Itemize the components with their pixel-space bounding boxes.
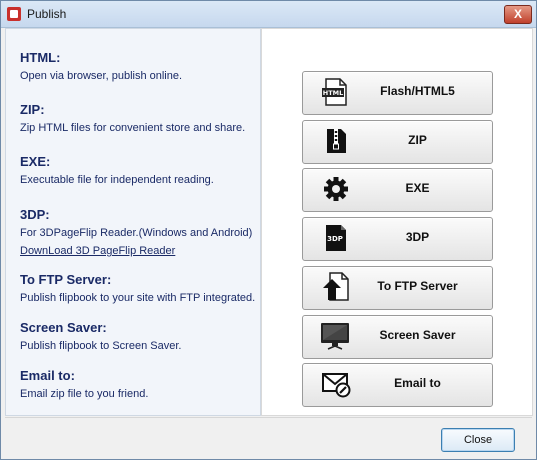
footer-divider (5, 417, 532, 418)
3dp-button[interactable]: 3DP 3DP (302, 217, 493, 261)
info-heading: HTML: (20, 50, 61, 65)
info-description: Publish flipbook to your site with FTP i… (20, 292, 256, 304)
info-screen-saver: Screen Saver: Publish flipbook to Screen… (20, 320, 181, 354)
info-heading: 3DP: (20, 207, 50, 222)
button-label: 3DP (405, 230, 430, 244)
format-descriptions-panel: HTML: Open via browser, publish online. … (5, 28, 261, 416)
info-heading: EXE: (20, 154, 51, 169)
3dp-icon-text: 3DP (327, 235, 343, 243)
exe-button[interactable]: EXE (302, 168, 493, 212)
title-bar: Publish X (1, 1, 536, 28)
button-label: To FTP Server (377, 279, 458, 293)
window-title: Publish (27, 7, 67, 21)
info-heading: To FTP Server: (20, 272, 112, 287)
window-close-button[interactable]: X (504, 5, 532, 24)
publish-dialog: Publish X HTML: Open via browser, publis… (0, 0, 537, 460)
info-description: Email zip file to you friend. (20, 388, 149, 400)
screen-saver-button[interactable]: Screen Saver (302, 315, 493, 359)
button-label: ZIP (408, 133, 427, 147)
email-to-button[interactable]: Email to (302, 363, 493, 407)
info-zip: ZIP: Zip HTML files for convenient store… (20, 102, 245, 136)
info-description: Executable file for independent reading. (20, 174, 214, 186)
info-description: For 3DPageFlip Reader.(Windows and Andro… (20, 227, 253, 239)
info-3dp: 3DP: For 3DPageFlip Reader.(Windows and … (20, 207, 252, 259)
info-heading: Email to: (20, 368, 75, 383)
app-icon (7, 7, 21, 21)
info-heading: ZIP: (20, 102, 45, 117)
info-exe: EXE: Executable file for independent rea… (20, 154, 214, 188)
info-ftp: To FTP Server: Publish flipbook to your … (20, 272, 255, 306)
button-label: Flash/HTML5 (380, 84, 455, 98)
button-label: Screen Saver (379, 328, 456, 342)
button-label: EXE (405, 181, 430, 195)
close-button[interactable]: Close (441, 428, 515, 452)
info-heading: Screen Saver: (20, 320, 107, 335)
info-html: HTML: Open via browser, publish online. (20, 50, 182, 84)
button-label: Email to (394, 376, 441, 390)
info-description: Open via browser, publish online. (20, 70, 183, 82)
flash-html5-button[interactable]: HTML Flash/HTML5 (302, 71, 493, 115)
info-email: Email to: Email zip file to you friend. (20, 368, 148, 402)
ftp-server-button[interactable]: To FTP Server (302, 266, 493, 310)
publish-options-panel: HTML Flash/HTML5 ZIP EXE 3DP 3DP To FTP … (261, 28, 533, 416)
zip-button[interactable]: ZIP (302, 120, 493, 164)
download-3dpageflip-reader-link[interactable]: DownLoad 3D PageFlip Reader (20, 245, 175, 257)
info-description: Zip HTML files for convenient store and … (20, 122, 246, 134)
info-description: Publish flipbook to Screen Saver. (20, 340, 182, 352)
html-icon-text: HTML (323, 89, 343, 97)
